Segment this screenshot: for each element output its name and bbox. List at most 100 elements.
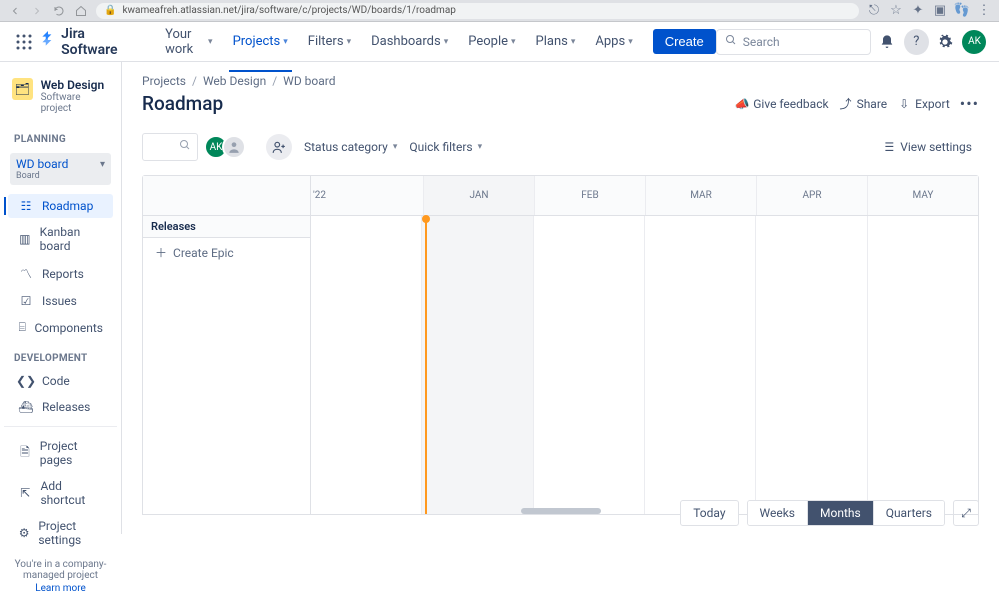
- timeline-zoom-controls: Today Weeks Months Quarters ⤢: [680, 500, 979, 526]
- plus-icon: ＋: [155, 244, 167, 261]
- sidebar-item-project-settings[interactable]: ⚙ Project settings: [8, 514, 113, 552]
- project-name: Web Design: [41, 78, 109, 92]
- user-avatar[interactable]: AK: [962, 29, 987, 55]
- scrollbar[interactable]: [521, 508, 601, 514]
- back-icon[interactable]: [8, 4, 22, 18]
- sidebar-footer: You're in a company-managed project Lear…: [4, 553, 117, 600]
- nav-filters[interactable]: Filters▾: [300, 23, 359, 61]
- chevron-down-icon: ▾: [444, 37, 449, 47]
- profile-chrome-icon[interactable]: 👣: [955, 4, 969, 18]
- home-icon[interactable]: [74, 4, 88, 18]
- project-type: Software project: [41, 92, 109, 114]
- project-header[interactable]: 🗂 Web Design Software project: [4, 74, 117, 118]
- releases-row[interactable]: Releases: [143, 216, 310, 238]
- help-icon[interactable]: ?: [904, 29, 929, 55]
- nav-projects[interactable]: Projects▾: [225, 23, 296, 61]
- reports-icon: 〽: [18, 265, 34, 282]
- settings-icon[interactable]: [933, 29, 958, 55]
- status-category-filter[interactable]: Status category ▾: [304, 140, 397, 154]
- browser-chrome: 🔒 kwameafreh.atlassian.net/jira/software…: [0, 0, 999, 22]
- chevron-down-icon: ▾: [347, 37, 352, 47]
- code-icon: ❮❯: [18, 374, 34, 388]
- export-icon: ⇩: [897, 97, 911, 111]
- fullscreen-icon[interactable]: ⤢: [953, 500, 979, 526]
- nav-plans[interactable]: Plans▾: [528, 23, 584, 61]
- product-logo[interactable]: Jira Software: [39, 26, 141, 58]
- sidebar-item-project-pages[interactable]: 🗎 Project pages: [8, 434, 113, 472]
- board-selector[interactable]: WD board Board ▾: [10, 153, 111, 185]
- zoom-months[interactable]: Months: [807, 501, 873, 525]
- components-icon: ⌸: [18, 320, 27, 335]
- sidebar-item-kanban[interactable]: ▥ Kanban board: [8, 220, 113, 258]
- sidebar-item-issues[interactable]: ☑ Issues: [8, 289, 113, 313]
- chevron-down-icon: ▾: [208, 37, 213, 47]
- chevron-down-icon: ▾: [478, 142, 483, 152]
- timeline-month: MAY: [867, 176, 978, 215]
- app-switcher-icon[interactable]: [12, 30, 35, 54]
- jira-logo-icon: [39, 31, 57, 53]
- sidebar-item-roadmap[interactable]: ☷ Roadmap: [8, 194, 113, 218]
- sidebar-item-reports[interactable]: 〽 Reports: [8, 260, 113, 287]
- share-chrome-icon[interactable]: ⎋: [867, 4, 881, 18]
- more-actions-icon[interactable]: •••: [960, 94, 979, 113]
- add-people-button[interactable]: [266, 134, 292, 160]
- product-name: Jira Software: [61, 26, 141, 58]
- breadcrumb-item[interactable]: Web Design: [203, 74, 266, 88]
- breadcrumb: Projects / Web Design / WD board: [142, 74, 979, 88]
- sidebar-item-code[interactable]: ❮❯ Code: [8, 369, 113, 393]
- roadmap-timeline: '22 JAN FEB MAR APR MAY Releases ＋ Creat…: [142, 175, 979, 515]
- shortcut-icon: ⇱: [18, 486, 32, 500]
- chevron-down-icon: ▾: [571, 37, 576, 47]
- main-content: Projects / Web Design / WD board Roadmap…: [122, 62, 999, 534]
- page-title: Roadmap: [142, 92, 223, 115]
- top-nav: Jira Software Your work▾ Projects▾ Filte…: [0, 22, 999, 62]
- roadmap-icon: ☷: [18, 199, 34, 213]
- zoom-quarters[interactable]: Quarters: [873, 501, 944, 525]
- extension-icon[interactable]: ✦: [911, 4, 925, 18]
- menu-chrome-icon[interactable]: ⋮: [977, 4, 991, 18]
- sidebar-item-components[interactable]: ⌸ Components: [8, 315, 113, 340]
- megaphone-icon: 📣: [735, 97, 749, 111]
- sidebar-item-add-shortcut[interactable]: ⇱ Add shortcut: [8, 474, 113, 512]
- share-icon: ⤴: [839, 97, 853, 111]
- pages-icon: 🗎: [18, 443, 32, 464]
- timeline-year: '22: [311, 176, 423, 215]
- breadcrumb-item[interactable]: WD board: [283, 74, 335, 88]
- panel-icon[interactable]: ▣: [933, 4, 947, 18]
- reload-icon[interactable]: [52, 4, 66, 18]
- forward-icon[interactable]: [30, 4, 44, 18]
- zoom-weeks[interactable]: Weeks: [748, 501, 807, 525]
- search-icon: [179, 139, 191, 155]
- chevron-down-icon: ▾: [100, 159, 105, 170]
- today-marker: [425, 216, 427, 514]
- today-button[interactable]: Today: [680, 500, 738, 526]
- lock-icon: 🔒: [104, 5, 116, 16]
- create-epic-button[interactable]: ＋ Create Epic: [143, 238, 310, 267]
- quick-filters[interactable]: Quick filters ▾: [409, 140, 482, 154]
- notifications-icon[interactable]: [875, 29, 900, 55]
- nav-your-work[interactable]: Your work▾: [157, 23, 221, 61]
- give-feedback-button[interactable]: 📣 Give feedback: [735, 97, 828, 111]
- nav-dashboards[interactable]: Dashboards▾: [363, 23, 456, 61]
- export-button[interactable]: ⇩ Export: [897, 97, 950, 111]
- issues-icon: ☑: [18, 294, 34, 308]
- learn-more-link[interactable]: Learn more: [10, 583, 111, 594]
- nav-apps[interactable]: Apps▾: [587, 23, 640, 61]
- timeline-canvas[interactable]: [311, 216, 978, 514]
- roadmap-search[interactable]: [142, 133, 198, 161]
- unassigned-avatar-icon[interactable]: [222, 135, 246, 159]
- star-icon[interactable]: ☆: [889, 4, 903, 18]
- breadcrumb-item[interactable]: Projects: [142, 74, 186, 88]
- nav-people[interactable]: People▾: [460, 23, 523, 61]
- view-settings-button[interactable]: View settings: [877, 135, 979, 159]
- url-text: kwameafreh.atlassian.net/jira/software/c…: [122, 5, 455, 16]
- assignee-filter[interactable]: AK: [210, 135, 246, 159]
- nav-items: Your work▾ Projects▾ Filters▾ Dashboards…: [157, 23, 641, 61]
- timeline-month: MAR: [645, 176, 756, 215]
- global-search[interactable]: Search: [716, 29, 871, 55]
- share-button[interactable]: ⤴ Share: [839, 97, 888, 111]
- project-avatar-icon: 🗂: [12, 78, 33, 100]
- sidebar-item-releases[interactable]: ⛴ Releases: [8, 395, 113, 419]
- url-bar[interactable]: 🔒 kwameafreh.atlassian.net/jira/software…: [96, 3, 859, 19]
- create-button[interactable]: Create: [653, 29, 716, 54]
